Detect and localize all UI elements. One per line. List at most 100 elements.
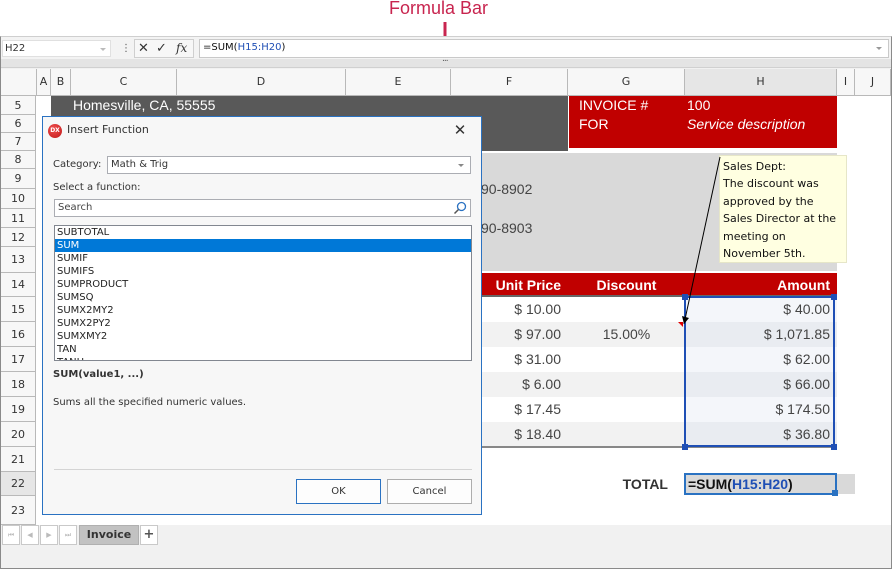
category-select[interactable]: Math & Trig	[107, 156, 471, 174]
function-list-item[interactable]: SUMIFS	[55, 265, 471, 278]
function-list-item[interactable]: SUMIF	[55, 252, 471, 265]
last-sheet-icon[interactable]: ⏭	[59, 525, 77, 545]
chevron-down-icon	[458, 164, 464, 167]
for-value: Service description	[687, 116, 806, 132]
formula-bar-callout-label: Formula Bar	[389, 0, 489, 18]
cancel-formula-icon[interactable]: ✕	[138, 40, 149, 57]
function-list-item[interactable]: SUMSQ	[55, 291, 471, 304]
name-box-value: H22	[5, 43, 26, 54]
column-header-i[interactable]: I	[837, 69, 855, 96]
more-options-icon[interactable]: ⋮	[121, 42, 131, 55]
range-resize-handle[interactable]	[831, 444, 837, 450]
formula-input[interactable]: =SUM(H15:H20)	[199, 39, 889, 58]
sheet-tab-invoice[interactable]: Invoice	[79, 525, 139, 545]
comment-line: meeting on	[723, 229, 786, 243]
range-resize-handle[interactable]	[682, 444, 688, 450]
row-header-15[interactable]: 15	[1, 297, 36, 322]
discount-cell[interactable]: 15.00%	[568, 322, 685, 347]
row-header-18[interactable]: 18	[1, 372, 36, 397]
invoice-number-label: INVOICE #	[579, 97, 649, 113]
function-list[interactable]: SUBTOTAL SUM SUMIF SUMIFS SUMPRODUCT SUMSQ SUM…	[54, 225, 472, 361]
screenshot-root: Formula Bar H22 ⋮ ✕ ✓ fx =SUM(H15:H20) .…	[0, 0, 892, 569]
name-box[interactable]: H22	[2, 40, 111, 57]
row-header-22[interactable]: 22	[1, 472, 36, 496]
app-logo-icon: DX	[48, 124, 62, 138]
add-sheet-icon[interactable]: +	[140, 525, 158, 545]
row-header-10[interactable]: 10	[1, 189, 36, 209]
formula-bar-splitter[interactable]: ...	[1, 54, 891, 68]
function-list-item[interactable]: SUMXMY2	[55, 330, 471, 343]
row-header-7[interactable]: 7	[1, 133, 36, 151]
function-list-item[interactable]: SUMX2PY2	[55, 317, 471, 330]
next-sheet-icon[interactable]: ▶	[40, 525, 58, 545]
splitter-grip-icon: ...	[442, 54, 449, 64]
cell-comment[interactable]: Sales Dept: The discount was approved by t…	[719, 155, 847, 263]
column-header-f[interactable]: F	[451, 69, 568, 96]
category-value: Math & Trig	[111, 159, 169, 170]
function-list-item[interactable]: SUMPRODUCT	[55, 278, 471, 291]
row-header-13[interactable]: 13	[1, 247, 36, 273]
row-header-14[interactable]: 14	[1, 273, 36, 297]
formula-suffix: )	[281, 42, 286, 53]
select-function-label: Select a function:	[53, 182, 141, 193]
fill-handle[interactable]	[832, 490, 838, 496]
column-header-a[interactable]: A	[37, 69, 51, 96]
comment-line: approved by the	[723, 194, 814, 208]
column-header-j[interactable]: J	[855, 69, 891, 96]
column-header-h[interactable]: H	[685, 69, 837, 96]
chevron-down-icon[interactable]	[100, 48, 106, 51]
range-highlight[interactable]	[684, 296, 835, 447]
comment-line: November 5th.	[723, 247, 806, 261]
comment-line: The discount was	[723, 177, 819, 191]
for-label: FOR	[579, 116, 609, 132]
function-list-item[interactable]: TAN	[55, 343, 471, 356]
row-header-5[interactable]: 5	[1, 96, 36, 115]
phone-1: 90-8902	[481, 181, 533, 197]
row-header-19[interactable]: 19	[1, 397, 36, 422]
function-list-item[interactable]: TANH	[55, 356, 471, 360]
enter-formula-icon[interactable]: ✓	[156, 40, 167, 57]
function-list-item[interactable]: SUM	[55, 239, 471, 252]
insert-function-dialog: DX Insert Function ✕ Category: Math & Tr…	[42, 116, 482, 515]
range-resize-handle[interactable]	[682, 294, 688, 300]
function-list-item[interactable]: SUMX2MY2	[55, 304, 471, 317]
sheet-tab-bar: ⏮ ◀ ▶ ⏭ Invoice +	[1, 525, 891, 545]
close-icon[interactable]: ✕	[451, 121, 469, 139]
total-formula-ref: H15:H20	[731, 476, 788, 492]
row-header-16[interactable]: 16	[1, 322, 36, 347]
function-search-input[interactable]: Search	[54, 199, 471, 217]
comment-line: Sales Dept:	[723, 160, 787, 173]
cancel-button[interactable]: Cancel	[387, 479, 472, 504]
search-placeholder: Search	[58, 202, 93, 213]
formula-prefix: =SUM(	[203, 42, 238, 53]
row-header-17[interactable]: 17	[1, 347, 36, 372]
total-label: TOTAL	[622, 476, 668, 492]
expand-formula-icon[interactable]	[876, 47, 882, 50]
select-all-corner[interactable]	[1, 69, 37, 96]
column-header-e[interactable]: E	[346, 69, 451, 96]
total-formula-prefix: =SUM(	[688, 476, 732, 492]
column-header-c[interactable]: C	[71, 69, 177, 96]
first-sheet-icon[interactable]: ⏮	[2, 525, 20, 545]
row-header-20[interactable]: 20	[1, 422, 36, 447]
column-header-d[interactable]: D	[177, 69, 346, 96]
row-header-12[interactable]: 12	[1, 228, 36, 247]
row-header-21[interactable]: 21	[1, 447, 36, 472]
ok-button[interactable]: OK	[296, 479, 381, 504]
function-list-item[interactable]: SUBTOTAL	[55, 226, 471, 239]
total-formula-cell[interactable]: =SUM(H15:H20)	[684, 473, 837, 495]
insert-function-icon[interactable]: fx	[176, 40, 187, 57]
row-header-9[interactable]: 9	[1, 169, 36, 189]
row-header-11[interactable]: 11	[1, 209, 36, 228]
row-header-23[interactable]: 23	[1, 496, 36, 525]
column-header-b[interactable]: B	[51, 69, 71, 96]
search-icon[interactable]	[453, 201, 467, 215]
address-text: Homesville, CA, 55555	[73, 97, 216, 113]
prev-sheet-icon[interactable]: ◀	[21, 525, 39, 545]
phone-2: 90-8903	[481, 220, 533, 236]
column-header-g[interactable]: G	[568, 69, 685, 96]
range-resize-handle[interactable]	[831, 294, 837, 300]
dialog-title: Insert Function	[67, 123, 149, 136]
row-header-8[interactable]: 8	[1, 151, 36, 169]
row-header-6[interactable]: 6	[1, 115, 36, 133]
